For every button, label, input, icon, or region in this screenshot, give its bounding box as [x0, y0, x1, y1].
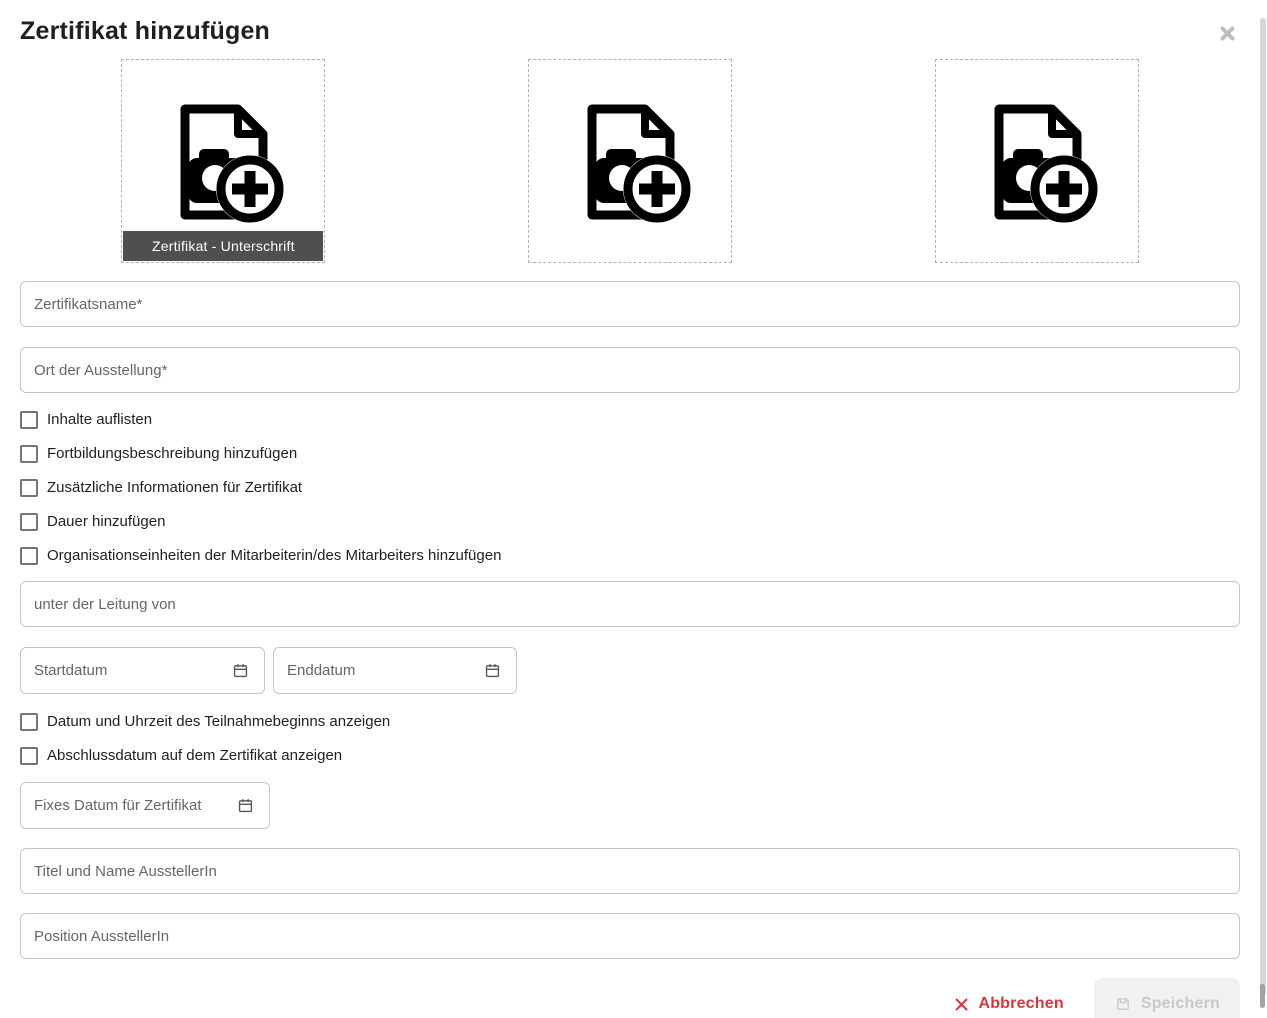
content-options-group: Inhalte auflisten Fortbildungsbeschreibu…: [20, 411, 1240, 565]
checkbox-row-training-description[interactable]: Fortbildungsbeschreibung hinzufügen: [20, 445, 1240, 463]
save-disk-icon: [1114, 995, 1132, 1013]
checkbox-unchecked[interactable]: [20, 713, 38, 731]
led-by-input[interactable]: [20, 581, 1240, 627]
calendar-icon[interactable]: [484, 662, 501, 679]
checkbox-row-show-completion-date[interactable]: Abschlussdatum auf dem Zertifikat anzeig…: [20, 747, 1240, 765]
checkbox-row-org-units[interactable]: Organisationseinheiten der Mitarbeiterin…: [20, 547, 1240, 565]
close-icon[interactable]: [1218, 24, 1237, 43]
calendar-icon[interactable]: [237, 797, 254, 814]
upload-tile-label: Zertifikat - Unterschrift: [123, 231, 323, 261]
issue-location-input[interactable]: [20, 347, 1240, 393]
add-photo-document-icon: [973, 98, 1101, 226]
dialog-header: Zertifikat hinzufügen: [20, 14, 1240, 48]
cancel-x-icon: [954, 997, 969, 1012]
checkbox-row-show-start-datetime[interactable]: Datum und Uhrzeit des Teilnahmebeginns a…: [20, 713, 1240, 731]
date-range-row: Startdatum Enddatum: [20, 647, 1240, 694]
fixed-date-field[interactable]: Fixes Datum für Zertifikat: [20, 782, 270, 829]
checkbox-row-list-contents[interactable]: Inhalte auflisten: [20, 411, 1240, 429]
checkbox-unchecked[interactable]: [20, 479, 38, 497]
checkbox-row-add-duration[interactable]: Dauer hinzufügen: [20, 513, 1240, 531]
certificate-image-upload-row: Zertifikat - Unterschrift: [20, 59, 1240, 263]
upload-tile-2[interactable]: [528, 59, 732, 263]
checkbox-unchecked[interactable]: [20, 445, 38, 463]
end-date-field[interactable]: Enddatum: [273, 647, 517, 694]
add-photo-document-icon: [159, 98, 287, 226]
certificate-name-input[interactable]: [20, 281, 1240, 327]
upload-tile-signature[interactable]: Zertifikat - Unterschrift: [121, 59, 325, 263]
start-date-field[interactable]: Startdatum: [20, 647, 265, 694]
calendar-icon[interactable]: [232, 662, 249, 679]
scrollbar-thumb[interactable]: [1260, 984, 1265, 1008]
upload-tile-3[interactable]: [935, 59, 1139, 263]
save-button[interactable]: Speichern: [1094, 978, 1240, 1018]
issuer-title-name-input[interactable]: [20, 848, 1240, 894]
checkbox-row-additional-info[interactable]: Zusätzliche Informationen für Zertifikat: [20, 479, 1240, 497]
page-title: Zertifikat hinzufügen: [20, 14, 270, 48]
scrollbar-track[interactable]: [1260, 18, 1266, 996]
issuer-position-input[interactable]: [20, 913, 1240, 959]
date-options-group: Datum und Uhrzeit des Teilnahmebeginns a…: [20, 713, 1240, 765]
cancel-button[interactable]: Abbrechen: [954, 995, 1063, 1013]
add-photo-document-icon: [566, 98, 694, 226]
checkbox-unchecked[interactable]: [20, 411, 38, 429]
checkbox-unchecked[interactable]: [20, 747, 38, 765]
dialog-footer: Abbrechen Speichern: [20, 978, 1240, 1018]
checkbox-unchecked[interactable]: [20, 513, 38, 531]
checkbox-unchecked[interactable]: [20, 547, 38, 565]
add-certificate-dialog: Zertifikat hinzufügen: [0, 0, 1267, 1018]
